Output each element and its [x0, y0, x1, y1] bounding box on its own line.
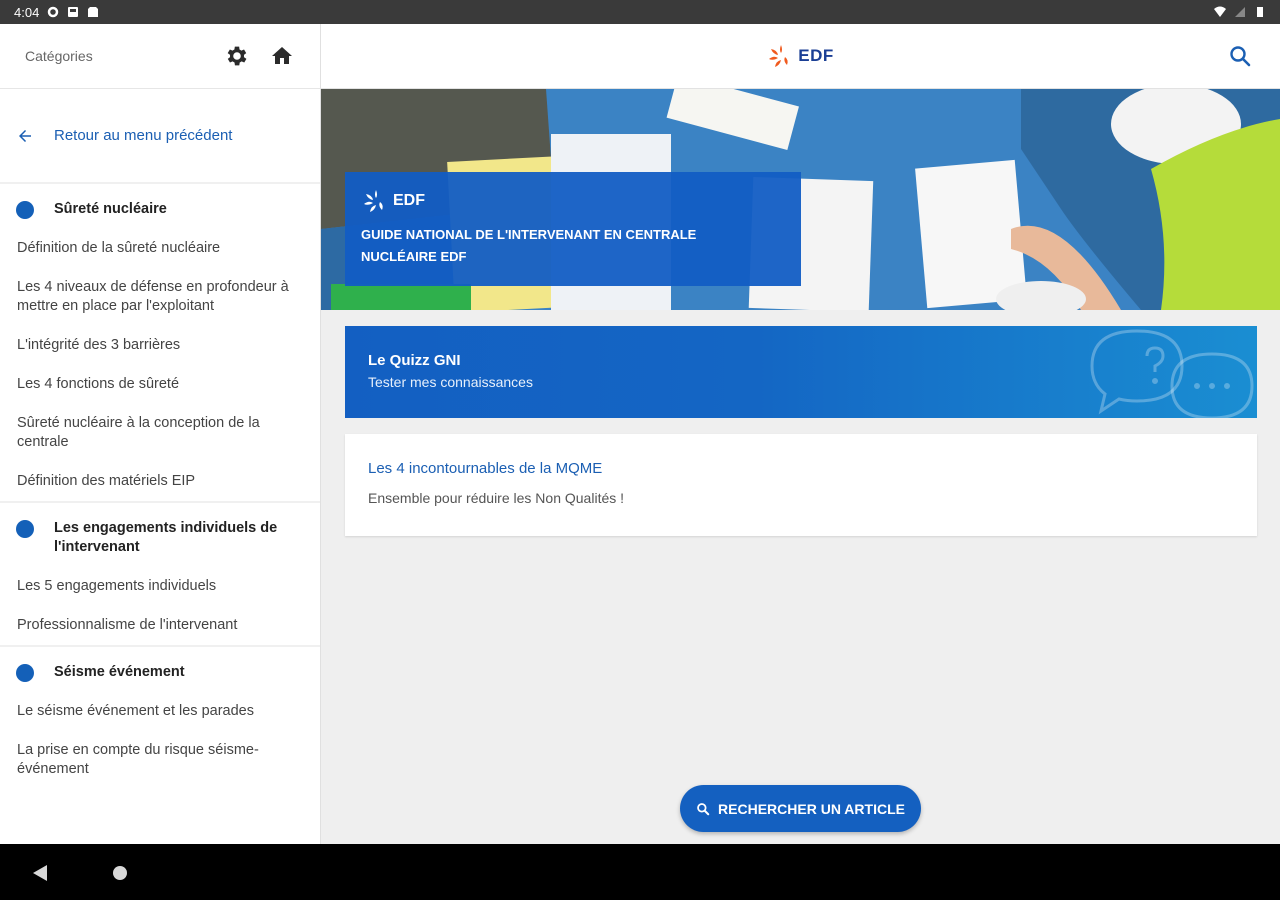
section-header[interactable]: Les engagements individuels de l'interve…	[0, 503, 320, 567]
wifi-icon	[1214, 6, 1226, 17]
article-card[interactable]: Les 4 incontournables de la MQME Ensembl…	[345, 434, 1257, 536]
sidebar-item[interactable]: L'intégrité des 3 barrières	[0, 326, 320, 365]
sidebar-section-seisme: Séisme événement Le séisme événement et …	[0, 645, 320, 789]
section-title: Sûreté nucléaire	[54, 201, 167, 217]
sidebar-item[interactable]: Le séisme événement et les parades	[0, 692, 320, 731]
quiz-title: Le Quizz GNI	[368, 352, 461, 369]
hero-guide-card: EDF GUIDE NATIONAL DE L'INTERVENANT EN C…	[345, 172, 801, 286]
chat-bubbles-icon	[1090, 329, 1254, 418]
sidebar-item[interactable]: La prise en compte du risque séisme-évén…	[0, 731, 320, 789]
hero-title: GUIDE NATIONAL DE L'INTERVENANT EN CENTR…	[361, 227, 697, 264]
system-navigation-bar	[0, 844, 1280, 900]
sidebar-item[interactable]: Les 5 engagements individuels	[0, 567, 320, 606]
status-bar: 4:04	[0, 0, 1280, 24]
hero-brand-text: EDF	[393, 192, 425, 209]
search-article-button[interactable]: RECHERCHER UN ARTICLE	[680, 785, 921, 832]
arrow-left-icon	[19, 129, 31, 142]
back-label: Retour au menu précédent	[54, 127, 233, 144]
back-to-previous-menu[interactable]: Retour au menu précédent	[0, 89, 320, 184]
bullet-dot-icon	[16, 201, 34, 219]
quiz-subtitle: Tester mes connaissances	[368, 374, 533, 390]
sidebar-item[interactable]: Les 4 fonctions de sûreté	[0, 365, 320, 404]
edf-sun-logo-icon	[364, 190, 383, 212]
sidebar-item[interactable]: Professionnalisme de l'intervenant	[0, 606, 320, 645]
article-title[interactable]: Les 4 incontournables de la MQME	[368, 460, 602, 477]
sidebar-section-engagements: Les engagements individuels de l'interve…	[0, 501, 320, 645]
sidebar-item[interactable]: Définition des matériels EIP	[0, 462, 320, 501]
section-header[interactable]: Séisme événement	[0, 647, 320, 692]
sidebar-item[interactable]: Sûreté nucléaire à la conception de la c…	[0, 404, 320, 462]
section-title: Séisme événement	[54, 664, 185, 680]
bullet-dot-icon	[16, 520, 34, 538]
search-icon	[697, 802, 710, 815]
nav-back-icon[interactable]	[32, 864, 48, 882]
app-bar: EDF	[321, 24, 1280, 89]
article-description: Ensemble pour réduire les Non Qualités !	[368, 490, 625, 506]
search-icon[interactable]	[1228, 44, 1252, 68]
settings-status-icon	[48, 6, 59, 18]
status-time: 4:04	[14, 4, 40, 20]
sidebar-title: Catégories	[25, 48, 93, 64]
section-header[interactable]: Sûreté nucléaire	[0, 184, 320, 229]
home-icon[interactable]	[270, 44, 294, 68]
categories-sidebar: Catégories Retour au menu précédent Sûre…	[0, 24, 321, 844]
sidebar-item[interactable]: Les 4 niveaux de défense en profondeur à…	[0, 268, 320, 326]
signal-icon	[1235, 7, 1245, 17]
logo-text: EDF	[798, 46, 834, 65]
main-content: EDF EDF GUIDE NATIONAL DE L'INTERVENANT …	[321, 24, 1280, 844]
battery-icon	[1257, 7, 1263, 17]
section-title: Les engagements individuels de l'interve…	[54, 520, 278, 555]
sidebar-header: Catégories	[0, 24, 320, 89]
gear-icon[interactable]	[224, 43, 250, 69]
hero-banner: EDF GUIDE NATIONAL DE L'INTERVENANT EN C…	[321, 89, 1280, 310]
search-article-label: RECHERCHER UN ARTICLE	[718, 800, 905, 817]
edf-sun-logo-icon	[769, 45, 788, 67]
bullet-dot-icon	[16, 664, 34, 682]
sidebar-item[interactable]: Définition de la sûreté nucléaire	[0, 229, 320, 268]
hero-brand: EDF	[361, 188, 785, 214]
sidebar-section-surete: Sûreté nucléaire Définition de la sûreté…	[0, 184, 320, 501]
nav-home-icon[interactable]	[113, 866, 127, 880]
quiz-card[interactable]: Le Quizz GNI Tester mes connaissances	[345, 326, 1257, 418]
notification-status-icon	[68, 7, 79, 17]
edf-logo: EDF	[767, 43, 834, 69]
sd-card-status-icon	[88, 7, 99, 17]
